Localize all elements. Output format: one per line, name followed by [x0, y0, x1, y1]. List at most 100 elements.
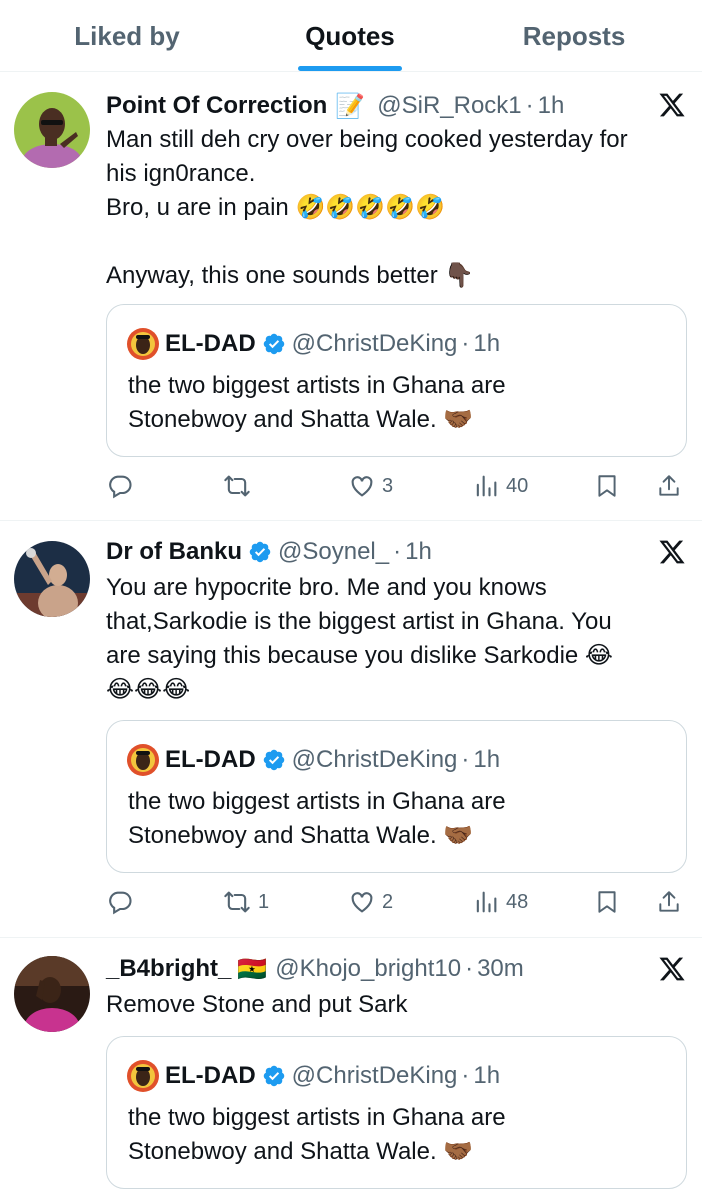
active-tab-indicator	[298, 66, 402, 71]
quoted-timestamp[interactable]: 1h	[473, 1062, 500, 1090]
views-count: 40	[506, 474, 529, 497]
quoted-header: EL-DAD @ChristDeKing · 1h	[127, 327, 500, 361]
quote-post[interactable]: _B4bright_ 🇬🇭 @Khojo_bright10 · 30m Remo…	[0, 938, 702, 1200]
post-text-line: Anyway, this one sounds better 👇🏿	[106, 262, 475, 289]
timestamp[interactable]: 30m	[477, 955, 524, 983]
share-icon	[659, 475, 679, 496]
repost-button[interactable]	[222, 466, 258, 506]
like-count: 3	[382, 474, 394, 497]
share-button[interactable]	[656, 882, 682, 922]
post-text-line: Bro, u are in pain 🤣🤣🤣🤣🤣	[106, 194, 445, 221]
action-bar: 3 40	[106, 466, 686, 506]
separator-dot: ·	[465, 955, 474, 982]
action-bar: 1 2 48	[106, 882, 686, 922]
quoted-display-name[interactable]: EL-DAD	[165, 1062, 256, 1090]
views-icon	[476, 475, 497, 497]
verified-badge-icon	[249, 541, 271, 563]
separator-dot: ·	[393, 538, 402, 565]
username[interactable]: @SiR_Rock1	[377, 92, 521, 120]
avatar[interactable]	[14, 541, 90, 617]
quoted-text-line: the two biggest artists in Ghana are	[128, 372, 506, 399]
views-icon	[476, 891, 497, 913]
quoted-header: EL-DAD @ChristDeKing · 1h	[127, 743, 500, 777]
post-text: You are hypocrite bro. Me and you knows …	[106, 571, 691, 707]
x-logo-icon[interactable]	[658, 91, 686, 119]
quoted-timestamp[interactable]: 1h	[473, 746, 500, 774]
repost-icon	[224, 891, 250, 913]
separator-dot: ·	[525, 92, 534, 119]
quote-post[interactable]: Dr of Banku @Soynel_ · 1h You are hypocr…	[0, 521, 702, 938]
username[interactable]: @Soynel_	[278, 538, 389, 566]
post-text-line: his ign0rance.	[106, 160, 256, 187]
quoted-header: EL-DAD @ChristDeKing · 1h	[127, 1059, 500, 1093]
ghana-flag-emoji: 🇬🇭	[237, 955, 268, 983]
quoted-post[interactable]: EL-DAD @ChristDeKing · 1h the two bigges…	[106, 1036, 687, 1189]
quoted-post[interactable]: EL-DAD @ChristDeKing · 1h the two bigges…	[106, 720, 687, 873]
quoted-text-line: Stonebwoy and Shatta Wale. 🤝🏾	[128, 822, 474, 849]
like-icon	[351, 476, 373, 497]
verified-badge-icon	[263, 1065, 284, 1087]
x-logo-icon[interactable]	[658, 955, 686, 983]
views-button[interactable]: 40	[472, 466, 528, 506]
bookmark-icon	[598, 891, 616, 913]
post-header: Point Of Correction 📝 @SiR_Rock1 · 1h	[106, 89, 564, 123]
quote-post[interactable]: Point Of Correction 📝 @SiR_Rock1 · 1h Ma…	[0, 72, 702, 521]
timestamp[interactable]: 1h	[538, 92, 565, 120]
repost-icon	[224, 475, 250, 497]
quoted-text-line: Stonebwoy and Shatta Wale. 🤝🏾	[128, 1138, 474, 1165]
quoted-text-line: the two biggest artists in Ghana are	[128, 1104, 506, 1131]
username[interactable]: @Khojo_bright10	[275, 955, 461, 983]
views-count: 48	[506, 890, 529, 913]
tab-liked-by[interactable]: Liked by	[0, 0, 254, 72]
post-text: Remove Stone and put Sark	[106, 988, 691, 1022]
post-header: Dr of Banku @Soynel_ · 1h	[106, 535, 432, 569]
share-icon	[659, 891, 679, 912]
quoted-text: the two biggest artists in Ghana are Sto…	[128, 1101, 506, 1169]
quoted-display-name[interactable]: EL-DAD	[165, 330, 256, 358]
quoted-display-name[interactable]: EL-DAD	[165, 746, 256, 774]
post-text-line	[106, 225, 691, 259]
quoted-post[interactable]: EL-DAD @ChristDeKing · 1h the two bigges…	[106, 304, 687, 457]
display-name[interactable]: Point Of Correction	[106, 92, 327, 120]
post-text-line: that,Sarkodie is the biggest artist in G…	[106, 608, 612, 635]
display-name[interactable]: Dr of Banku	[106, 538, 242, 566]
reply-button[interactable]	[106, 466, 140, 506]
post-text-line: 😂😂😂	[106, 676, 191, 703]
tab-quotes[interactable]: Quotes	[254, 0, 446, 72]
quoted-text-line: the two biggest artists in Ghana are	[128, 788, 506, 815]
separator-dot: ·	[461, 1062, 470, 1089]
bookmark-icon	[598, 475, 616, 497]
avatar[interactable]	[14, 92, 90, 168]
avatar[interactable]	[14, 956, 90, 1032]
bookmark-button[interactable]	[594, 466, 620, 506]
quoted-avatar	[127, 1060, 159, 1092]
tab-reposts[interactable]: Reposts	[446, 0, 702, 72]
views-button[interactable]: 48	[472, 882, 528, 922]
post-text: Man still deh cry over being cooked yest…	[106, 123, 691, 293]
like-button[interactable]: 3	[348, 466, 393, 506]
quoted-text-line: Stonebwoy and Shatta Wale. 🤝🏾	[128, 406, 474, 433]
like-button[interactable]: 2	[348, 882, 393, 922]
display-name[interactable]: _B4bright_	[106, 955, 231, 983]
quoted-avatar	[127, 328, 159, 360]
like-count: 2	[382, 890, 394, 913]
separator-dot: ·	[461, 746, 470, 773]
timestamp[interactable]: 1h	[405, 538, 432, 566]
reply-icon	[109, 891, 132, 915]
quoted-text: the two biggest artists in Ghana are Sto…	[128, 369, 506, 437]
repost-button[interactable]: 1	[222, 882, 269, 922]
bookmark-button[interactable]	[594, 882, 620, 922]
reply-button[interactable]	[106, 882, 140, 922]
share-button[interactable]	[656, 466, 682, 506]
repost-count: 1	[258, 890, 270, 913]
tab-bar: Liked by Quotes Reposts	[0, 0, 702, 72]
quoted-username[interactable]: @ChristDeKing	[292, 330, 458, 358]
post-text-line: are saying this because you dislike Sark…	[106, 642, 613, 669]
x-logo-icon[interactable]	[658, 538, 686, 566]
quoted-timestamp[interactable]: 1h	[473, 330, 500, 358]
verified-badge-icon	[263, 749, 284, 771]
post-text-line: Remove Stone and put Sark	[106, 991, 408, 1018]
quoted-username[interactable]: @ChristDeKing	[292, 1062, 458, 1090]
memo-emoji: 📝	[335, 92, 366, 120]
quoted-username[interactable]: @ChristDeKing	[292, 746, 458, 774]
